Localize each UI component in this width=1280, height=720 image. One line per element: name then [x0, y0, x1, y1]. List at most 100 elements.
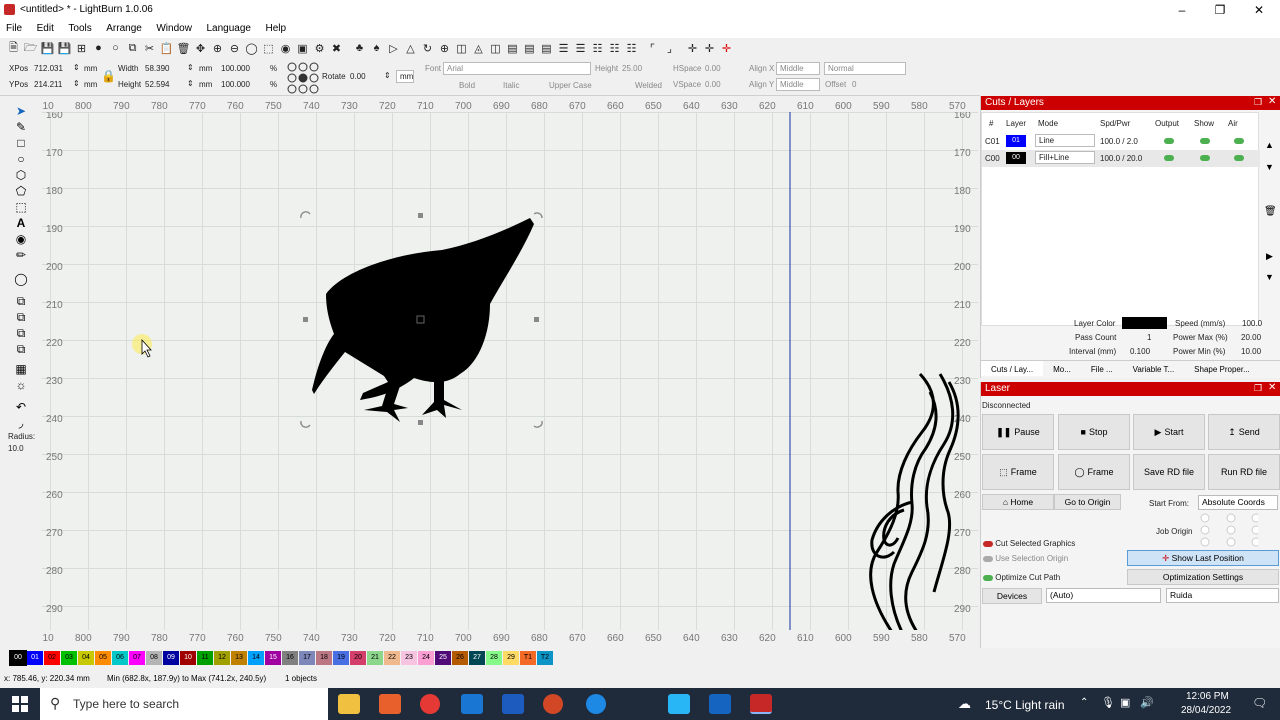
palette-swatch[interactable]: 10	[180, 651, 196, 665]
power-min-input[interactable]: 10.00	[1241, 347, 1261, 356]
select-icon[interactable]: ➤	[13, 104, 29, 118]
palette-swatch[interactable]: 03	[61, 651, 77, 665]
bold-checkbox[interactable]: Bold	[459, 81, 475, 90]
corner-tl-icon[interactable]: ⌜	[645, 41, 660, 55]
layer-down-icon[interactable]: ▼	[1265, 162, 1274, 172]
maximize-icon[interactable]: ❐	[1201, 0, 1239, 20]
offset-input[interactable]: 0	[852, 80, 856, 89]
radius-input[interactable]: 10.0	[8, 444, 24, 453]
output-toggle[interactable]	[1164, 155, 1174, 161]
menu-file[interactable]: File	[0, 20, 28, 37]
font-select[interactable]: Arial	[443, 62, 591, 75]
palette-swatch[interactable]: 04	[78, 651, 94, 665]
panel-close-icon[interactable]: ✕	[1268, 96, 1276, 107]
menu-edit[interactable]: Edit	[31, 20, 60, 37]
layer-right-icon[interactable]: ▶	[1266, 251, 1273, 262]
microphone-icon[interactable]: 🎙	[1101, 696, 1115, 709]
move-together-icon[interactable]: ☷	[624, 41, 639, 55]
crosshair-icon[interactable]: ✛	[719, 41, 734, 55]
mode-select[interactable]: Fill+Line	[1035, 151, 1095, 164]
rotate-icon[interactable]: ↻	[420, 41, 435, 55]
width-pct-input[interactable]: 100.000	[221, 64, 250, 73]
zoom-in-icon[interactable]: ⊕	[210, 41, 225, 55]
tab-cuts-layers[interactable]: Cuts / Lay...	[981, 361, 1044, 376]
ellipse-icon[interactable]: ○	[13, 152, 29, 166]
job-origin-grid[interactable]	[1198, 512, 1258, 548]
tab-variable-text[interactable]: Variable T...	[1123, 361, 1185, 376]
home-button[interactable]: ⌂ Home	[982, 494, 1054, 510]
palette-swatch[interactable]: 18	[316, 651, 332, 665]
grid-array-icon[interactable]: ▦	[13, 362, 29, 376]
tab-move[interactable]: Mo...	[1043, 361, 1081, 376]
network-icon[interactable]: ▣	[1120, 696, 1130, 709]
air-toggle[interactable]	[1234, 138, 1244, 144]
tools-icon[interactable]: ✖	[329, 41, 344, 55]
zoom-frame-icon[interactable]: ◯	[244, 41, 259, 55]
cut-icon[interactable]: ✂	[142, 41, 157, 55]
volume-icon[interactable]: 🔊	[1140, 696, 1154, 709]
fusion-app-icon[interactable]	[379, 694, 401, 714]
frame-circle-button[interactable]: ◯ Frame	[1058, 454, 1130, 490]
rotate-input[interactable]: 0.00	[350, 72, 366, 81]
send-button[interactable]: ↥ Send	[1208, 414, 1280, 450]
palette-swatch[interactable]: 15	[265, 651, 281, 665]
text-mode-select[interactable]: Normal	[824, 62, 906, 75]
palette-swatch[interactable]: 25	[435, 651, 451, 665]
palette-swatch[interactable]: 16	[282, 651, 298, 665]
layer-color-swatch[interactable]	[1122, 317, 1167, 329]
circular-array-icon[interactable]: ☼	[13, 378, 29, 392]
palette-swatch[interactable]: T1	[520, 651, 536, 665]
zoom-out-icon[interactable]: ⊖	[227, 41, 242, 55]
close-icon[interactable]: ✕	[1240, 0, 1278, 20]
align-hcenter-icon[interactable]: ◫	[488, 41, 503, 55]
align-left-icon[interactable]: ◫	[454, 41, 469, 55]
palette-swatch[interactable]: 12	[214, 651, 230, 665]
align-top-icon[interactable]: ▤	[505, 41, 520, 55]
font-height-input[interactable]: 25.00	[622, 64, 642, 73]
xpos-spinner-icon[interactable]: ⇕	[73, 63, 80, 72]
speed-input[interactable]: 100.0	[1242, 319, 1262, 328]
palette-swatch[interactable]: 20	[350, 651, 366, 665]
settings-icon[interactable]: ⚙	[312, 41, 327, 55]
palette-swatch[interactable]: 26	[452, 651, 468, 665]
polygon2-icon[interactable]: ⬠	[13, 184, 29, 198]
zoom-selection-icon[interactable]: ⬚	[261, 41, 276, 55]
boolean-subtract-icon[interactable]: ⧉	[13, 326, 29, 340]
interval-input[interactable]: 0.100	[1130, 347, 1150, 356]
open-file-icon[interactable]: 🗁	[23, 41, 38, 55]
menu-help[interactable]: Help	[259, 20, 292, 37]
move-icon[interactable]: ✥	[193, 41, 208, 55]
menu-tools[interactable]: Tools	[62, 20, 97, 37]
corner-icon[interactable]: ◞	[13, 416, 29, 430]
palette-swatch[interactable]: 11	[197, 651, 213, 665]
menu-window[interactable]: Window	[150, 20, 198, 37]
delete-icon[interactable]: 🗑	[176, 41, 191, 55]
palette-swatch[interactable]: 21	[367, 651, 383, 665]
laser-position-icon[interactable]: ✛	[702, 41, 717, 55]
chrome-icon[interactable]	[420, 694, 440, 714]
align-center-icon[interactable]: ⊕	[437, 41, 452, 55]
rect-select-icon[interactable]: ⬚	[13, 200, 29, 214]
dist-space-icon[interactable]: ☷	[590, 41, 605, 55]
height-spinner-icon[interactable]: ⇕	[187, 79, 194, 88]
pass-count-input[interactable]: 1	[1147, 333, 1151, 342]
word-icon[interactable]	[502, 694, 524, 714]
text-icon[interactable]: A	[13, 216, 29, 230]
align-right-icon[interactable]: ◬	[471, 41, 486, 55]
group-icon[interactable]: ♣	[352, 41, 367, 55]
palette-swatch[interactable]: 24	[418, 651, 434, 665]
panel-float-icon[interactable]: ❐	[1254, 97, 1262, 108]
clock-date[interactable]: 28/04/2022	[1181, 705, 1231, 716]
taskbar-search-box[interactable]: ⚲ Type here to search	[40, 688, 328, 720]
lightburn-taskbar-icon[interactable]	[750, 694, 772, 714]
clock-time[interactable]: 12:06 PM	[1186, 691, 1229, 702]
polygon-icon[interactable]: ⬡	[13, 168, 29, 182]
palette-swatch[interactable]: 29	[503, 651, 519, 665]
paste-icon[interactable]: 📋	[159, 41, 174, 55]
weather-text[interactable]: 15°C Light rain	[985, 698, 1065, 712]
width-spinner-icon[interactable]: ⇕	[187, 63, 194, 72]
windows-start-icon[interactable]	[12, 696, 28, 712]
device-select[interactable]: (Auto)	[1046, 588, 1161, 603]
anchor-grid-icon[interactable]	[286, 61, 320, 95]
rotate-spinner-icon[interactable]: ⇕	[384, 71, 391, 80]
